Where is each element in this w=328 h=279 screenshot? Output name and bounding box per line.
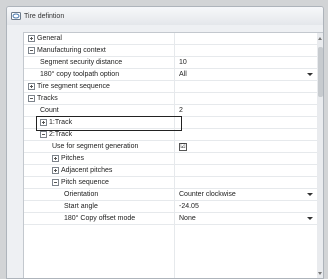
property-label: 1:Track <box>49 119 73 126</box>
property-row-adjacent-pitches[interactable]: Adjacent pitches <box>24 165 317 177</box>
property-row-pitches[interactable]: Pitches <box>24 153 317 165</box>
property-label: Pitches <box>61 155 84 162</box>
property-label: Adjacent pitches <box>61 167 113 174</box>
scroll-thumb[interactable] <box>318 47 323 97</box>
property-value[interactable]: 2 <box>179 105 183 116</box>
property-row-orientation[interactable]: Orientation Counter clockwise <box>24 189 317 201</box>
property-row-manufacturing-context[interactable]: Manufacturing context <box>24 45 317 57</box>
property-label: Segment security distance <box>40 59 123 66</box>
property-label: Use for segment generation <box>52 143 139 150</box>
property-row-start-angle[interactable]: Start angle -24.05 <box>24 201 317 213</box>
property-label: General <box>37 35 62 42</box>
property-label: Count <box>40 107 59 114</box>
property-row-tracks[interactable]: Tracks <box>24 93 317 105</box>
property-label: Tracks <box>37 95 58 102</box>
window-title: Tire defintion <box>24 12 65 20</box>
dropdown-arrow-icon[interactable] <box>307 73 313 76</box>
scroll-up-icon[interactable] <box>318 37 322 40</box>
property-row-copy-toolpath-option[interactable]: 180° copy toolpath option All <box>24 69 317 81</box>
collapse-icon[interactable] <box>52 179 59 186</box>
property-label: Manufacturing context <box>37 47 106 54</box>
property-grid: General Manufacturing context Segment se… <box>23 32 323 278</box>
property-label: 2:Track <box>49 131 73 138</box>
expand-icon[interactable] <box>52 167 59 174</box>
property-row-pitch-sequence[interactable]: Pitch sequence <box>24 177 317 189</box>
vertical-scrollbar[interactable] <box>317 33 323 278</box>
property-row-copy-offset-mode[interactable]: 180° Copy offset mode None <box>24 213 317 225</box>
property-label: Start angle <box>64 203 98 210</box>
property-value[interactable]: All <box>179 69 187 80</box>
property-label: 180° copy toolpath option <box>40 71 120 78</box>
property-value[interactable]: -24.05 <box>179 201 199 212</box>
tire-definition-icon <box>11 12 21 20</box>
tire-definition-window: Tire defintion General Manufacturing con… <box>6 6 324 279</box>
collapse-icon[interactable] <box>28 47 35 54</box>
property-label: Tire segment sequence <box>37 83 110 90</box>
use-for-segment-generation-checkbox[interactable]: ☑ <box>179 143 187 151</box>
title-bar[interactable]: Tire defintion <box>7 7 323 25</box>
property-label: 180° Copy offset mode <box>64 215 136 222</box>
property-row-track-1[interactable]: 1:Track <box>24 116 317 131</box>
property-value[interactable]: None <box>179 213 196 224</box>
property-value[interactable]: 10 <box>179 57 187 68</box>
expand-icon[interactable] <box>40 119 47 126</box>
property-label: Orientation <box>64 191 99 198</box>
property-row-tire-segment-sequence[interactable]: Tire segment sequence <box>24 81 317 93</box>
property-row-track-2[interactable]: 2:Track <box>24 129 317 141</box>
property-value[interactable]: Counter clockwise <box>179 189 236 200</box>
dropdown-arrow-icon[interactable] <box>307 193 313 196</box>
collapse-icon[interactable] <box>28 95 35 102</box>
property-row-general[interactable]: General <box>24 33 317 45</box>
property-row-segment-security-distance[interactable]: Segment security distance 10 <box>24 57 317 69</box>
expand-icon[interactable] <box>28 35 35 42</box>
scroll-down-icon[interactable] <box>318 272 322 275</box>
collapse-icon[interactable] <box>40 131 47 138</box>
property-label: Pitch sequence <box>61 179 109 186</box>
property-row-use-for-segment-generation[interactable]: Use for segment generation ☑ <box>24 141 317 153</box>
expand-icon[interactable] <box>52 155 59 162</box>
dropdown-arrow-icon[interactable] <box>307 217 313 220</box>
expand-icon[interactable] <box>28 83 35 90</box>
